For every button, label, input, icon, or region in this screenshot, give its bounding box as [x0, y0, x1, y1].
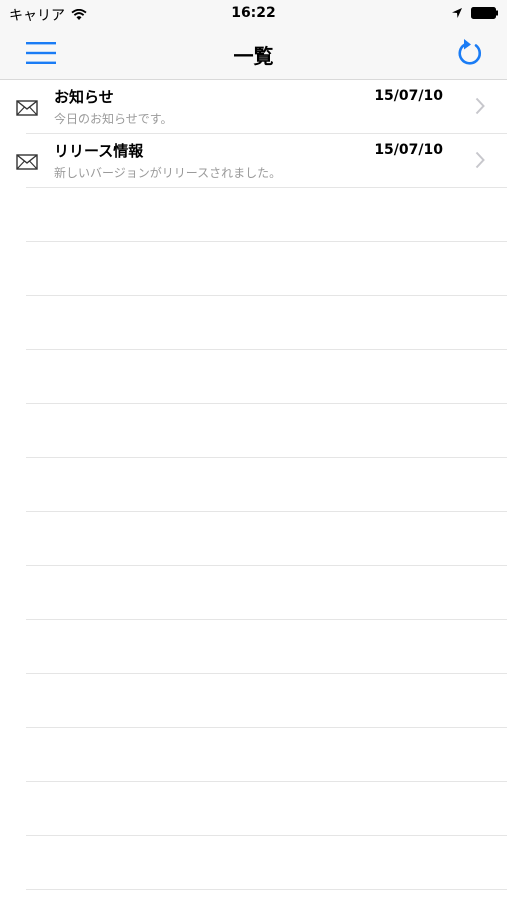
empty-row — [26, 836, 507, 890]
mail-icon — [16, 100, 38, 116]
empty-row — [26, 782, 507, 836]
list-item[interactable]: リリース情報 新しいバージョンがリリースされました。 15/07/10 — [16, 134, 507, 188]
status-time: 16:22 — [231, 5, 276, 21]
empty-row — [26, 242, 507, 296]
page-title: 一覧 — [233, 44, 274, 68]
message-list: お知らせ 今日のお知らせです。 15/07/10 リリース情報 新しいバージョン… — [0, 80, 507, 890]
battery-icon — [471, 7, 498, 19]
status-right — [451, 7, 499, 19]
status-bar: キャリア 16:22 — [0, 0, 507, 28]
refresh-button[interactable] — [453, 36, 487, 70]
refresh-icon — [458, 39, 481, 65]
list-item[interactable]: お知らせ 今日のお知らせです。 15/07/10 — [16, 80, 507, 134]
chevron-right-icon — [475, 151, 485, 169]
item-date: 15/07/10 — [374, 88, 443, 104]
item-subtitle: 新しいバージョンがリリースされました。 — [54, 166, 282, 180]
empty-row — [26, 404, 507, 458]
location-icon — [452, 8, 462, 18]
header: キャリア 16:22 一覧 — [0, 0, 507, 80]
empty-row — [26, 350, 507, 404]
mail-icon — [16, 154, 38, 170]
item-title: リリース情報 — [54, 142, 144, 160]
empty-row — [26, 674, 507, 728]
empty-row — [26, 458, 507, 512]
item-date: 15/07/10 — [374, 142, 443, 158]
empty-row — [26, 296, 507, 350]
empty-row — [26, 620, 507, 674]
empty-row — [26, 188, 507, 242]
chevron-right-icon — [475, 97, 485, 115]
empty-row — [26, 728, 507, 782]
empty-row — [26, 512, 507, 566]
item-title: お知らせ — [54, 88, 114, 106]
empty-row — [26, 566, 507, 620]
nav-bar: 一覧 — [0, 28, 507, 80]
item-subtitle: 今日のお知らせです。 — [54, 112, 173, 126]
